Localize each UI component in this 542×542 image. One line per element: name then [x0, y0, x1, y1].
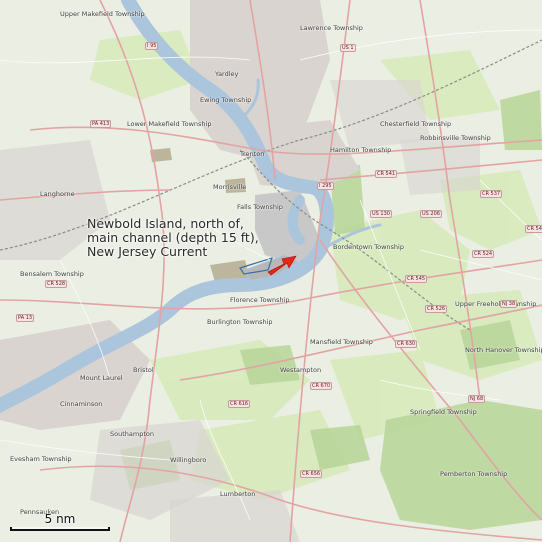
route-shield: NJ 68 — [468, 395, 486, 403]
place-label: Ewing Township — [200, 96, 252, 104]
route-shield: I 95 — [145, 42, 159, 50]
place-label: Yardley — [215, 70, 239, 78]
place-label: Lower Makefield Township — [127, 120, 212, 128]
place-label: Southampton — [110, 430, 154, 438]
route-shield: CR 545 — [405, 275, 428, 283]
place-label: Evesham Township — [10, 455, 72, 463]
place-label: Pemberton Township — [440, 470, 508, 478]
route-shield: PA 413 — [90, 120, 112, 128]
place-label: Falls Township — [237, 203, 283, 211]
place-label: Hamilton Township — [330, 146, 392, 154]
place-label: Upper Makefield Township — [60, 10, 145, 18]
place-label: Chesterfield Township — [380, 120, 452, 128]
route-shield: CR 524 — [472, 250, 495, 258]
scale-bar-label: 5 nm — [44, 512, 76, 526]
place-label: Westampton — [280, 366, 322, 374]
route-shield: CR 656 — [300, 470, 323, 478]
place-label: Springfield Township — [410, 408, 477, 416]
place-label: Cinnaminson — [60, 400, 103, 408]
route-shield: CR 616 — [228, 400, 251, 408]
route-shield: US 206 — [420, 210, 442, 218]
place-label: Willingboro — [170, 456, 207, 464]
place-label: Bristol — [133, 366, 154, 374]
place-label: Robbinsville Township — [420, 134, 491, 142]
place-label: North Hanover Township — [465, 346, 542, 354]
route-shield: I 295 — [317, 182, 334, 190]
scale-bar: 5 nm — [8, 512, 112, 534]
route-shield: CR 537 — [480, 190, 503, 198]
route-shield: CR 630 — [395, 340, 418, 348]
place-label: Bensalem Township — [20, 270, 84, 278]
route-shield: CR 526 — [425, 305, 448, 313]
place-label: Burlington Township — [207, 318, 273, 326]
place-label: Mansfield Township — [310, 338, 373, 346]
route-shield: CR 528 — [45, 280, 68, 288]
place-label: Lawrence Township — [300, 24, 363, 32]
place-label: Florence Township — [230, 296, 290, 304]
place-label: Upper Freehold Township — [455, 300, 537, 308]
scale-bar-line — [10, 527, 110, 531]
route-shield: CR 541 — [375, 170, 398, 178]
place-label: Lumberton — [220, 490, 256, 498]
place-label: Langhorne — [40, 190, 75, 198]
map-view[interactable]: Upper Makefield Township Falls Township … — [0, 0, 542, 542]
route-shield: CR 670 — [310, 382, 333, 390]
route-shield: PA 13 — [16, 314, 35, 322]
place-label: Trenton — [240, 150, 265, 158]
place-label: Bordentown Township — [333, 243, 404, 251]
route-shield: NJ 38 — [500, 300, 518, 308]
route-shield: CR 543 — [525, 225, 542, 233]
route-shield: US 1 — [340, 44, 356, 52]
route-shield: US 130 — [370, 210, 392, 218]
place-label: Mount Laurel — [80, 374, 123, 382]
place-label: Morrisville — [213, 183, 247, 191]
station-label[interactable]: Newbold Island, north of, main channel (… — [87, 217, 262, 259]
